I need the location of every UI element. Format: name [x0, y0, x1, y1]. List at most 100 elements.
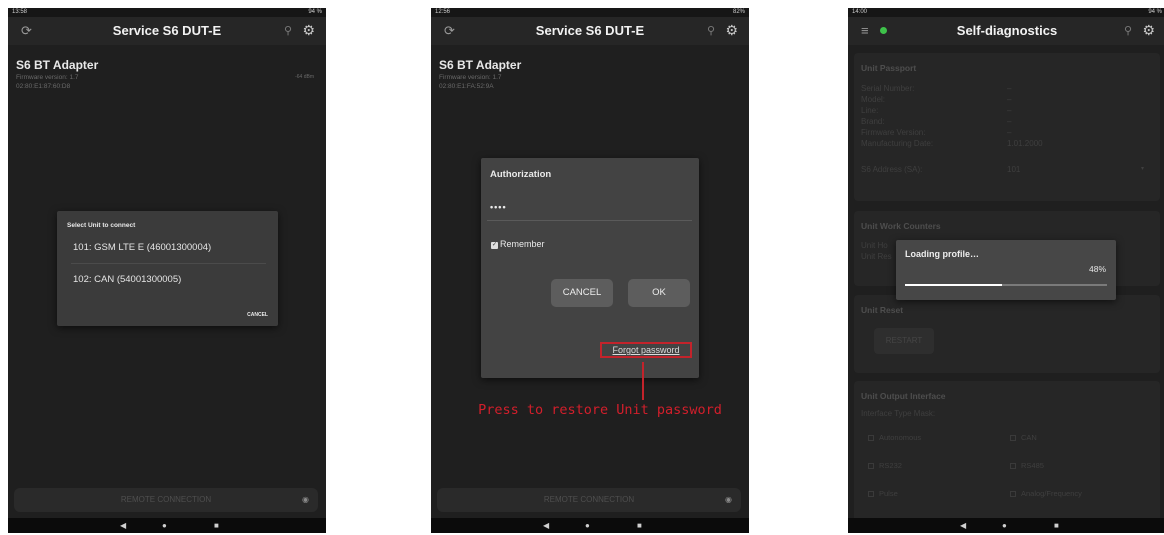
back-icon[interactable]: ◀: [960, 518, 966, 533]
checkbox-label: Analog/Frequency: [1021, 489, 1082, 498]
checkbox-icon: [1010, 435, 1016, 441]
loading-title: Loading profile…: [905, 249, 979, 259]
app-bar: ≡ Self-diagnostics ⚲ ⚙: [848, 17, 1164, 45]
row-value: –: [1007, 128, 1012, 137]
address-select[interactable]: S6 Address (SA): 101 ▾: [861, 165, 1152, 174]
user-icon[interactable]: ⚲: [284, 23, 292, 39]
gear-icon[interactable]: ⚙: [302, 21, 315, 39]
dialog-title: Authorization: [490, 169, 552, 180]
unit-option-101[interactable]: 101: GSM LTE E (46001300004): [57, 237, 278, 259]
status-battery: 82%: [732, 9, 745, 15]
status-bar: 13:58 94 %: [8, 8, 326, 17]
mask-label: Interface Type Mask:: [861, 409, 936, 418]
forgot-password-link[interactable]: Forgot password: [600, 342, 692, 358]
status-bar: 14:00 94 %: [848, 8, 1164, 17]
checkbox-can[interactable]: CAN: [1010, 433, 1037, 442]
device-name: S6 BT Adapter: [439, 58, 522, 72]
callout-annotation: Press to restore Unit password: [478, 402, 722, 418]
device-firmware: Firmware version: 1.7: [439, 74, 502, 81]
unit-output-interface-card: Unit Output Interface Interface Type Mas…: [854, 381, 1160, 533]
home-icon[interactable]: ●: [585, 518, 590, 533]
cancel-button[interactable]: CANCEL: [247, 312, 268, 318]
row-label: Brand:: [861, 117, 885, 126]
ok-button[interactable]: OK: [628, 279, 690, 307]
divider: [71, 263, 266, 264]
checkbox-autonomous[interactable]: Autonomous: [868, 433, 921, 442]
checkbox-label: Pulse: [879, 489, 898, 498]
progress-bar-fill: [905, 284, 1002, 286]
unit-reset-card: Unit Reset RESTART: [854, 295, 1160, 373]
dialog-title: Select Unit to connect: [67, 222, 136, 229]
checkbox-label: CAN: [1021, 433, 1037, 442]
remember-label: Remember: [500, 239, 545, 249]
recents-icon[interactable]: ■: [1054, 518, 1059, 533]
passport-row: Serial Number: –: [861, 84, 1152, 93]
remote-connection-button[interactable]: REMOTE CONNECTION ◉: [437, 488, 741, 512]
wifi-icon: ◉: [302, 495, 309, 504]
page-title: Service S6 DUT-E: [535, 23, 645, 38]
row-label: S6 Address (SA):: [861, 165, 923, 174]
device-firmware: Firmware version: 1.7: [16, 74, 79, 81]
row-label: Model:: [861, 95, 886, 104]
row-value: –: [1007, 84, 1012, 93]
checkbox-label: RS485: [1021, 461, 1044, 470]
device-name: S6 BT Adapter: [16, 58, 99, 72]
app-bar: ⟳ Service S6 DUT-E ⚲ ⚙: [8, 17, 326, 45]
status-time: 14:00: [852, 9, 868, 15]
user-icon[interactable]: ⚲: [707, 23, 715, 39]
row-value: 1.01.2000: [1007, 139, 1043, 148]
device-mac: 02:80:E1:FA:52:9A: [439, 83, 494, 90]
user-icon[interactable]: ⚲: [1124, 23, 1132, 39]
passport-row: Manufacturing Date: 1.01.2000: [861, 139, 1152, 148]
checkbox-label: RS232: [879, 461, 902, 470]
passport-row: Model: –: [861, 95, 1152, 104]
back-icon[interactable]: ◀: [120, 518, 126, 533]
card-title: Unit Passport: [861, 63, 917, 73]
passport-row: Brand: –: [861, 117, 1152, 126]
checkbox-icon: [1010, 463, 1016, 469]
home-icon[interactable]: ●: [1002, 518, 1007, 533]
remember-checkbox[interactable]: ✓ Remember: [491, 238, 545, 250]
row-label: Line:: [861, 106, 879, 115]
passport-row: Firmware Version: –: [861, 128, 1152, 137]
page-title: Self-diagnostics: [956, 23, 1058, 38]
checkbox-icon: [868, 491, 874, 497]
home-icon[interactable]: ●: [162, 518, 167, 533]
device-info[interactable]: S6 BT Adapter Firmware version: 1.7 02:8…: [439, 58, 521, 91]
recents-icon[interactable]: ■: [214, 518, 219, 533]
recents-icon[interactable]: ■: [637, 518, 642, 533]
phone-screen-select-unit: 13:58 94 % ⟳ Service S6 DUT-E ⚲ ⚙ S6 BT …: [8, 8, 326, 533]
phone-screen-authorization: 12:56 82% ⟳ Service S6 DUT-E ⚲ ⚙ S6 BT A…: [431, 8, 749, 533]
remote-connection-button[interactable]: REMOTE CONNECTION ◉: [14, 488, 318, 512]
cancel-button[interactable]: CANCEL: [551, 279, 613, 307]
app-bar: ⟳ Service S6 DUT-E ⚲ ⚙: [431, 17, 749, 45]
loading-percent: 48%: [1088, 264, 1106, 274]
android-nav-bar: ◀ ● ■: [431, 518, 749, 533]
input-underline: [487, 220, 692, 221]
status-bar: 12:56 82%: [431, 8, 749, 17]
row-value: –: [1007, 95, 1012, 104]
checkbox-icon: [1010, 491, 1016, 497]
passport-row: Line: –: [861, 106, 1152, 115]
gear-icon[interactable]: ⚙: [725, 21, 738, 39]
row-label: Serial Number:: [861, 84, 915, 93]
card-title: Unit Output Interface: [861, 391, 946, 401]
checkbox-rs485[interactable]: RS485: [1010, 461, 1044, 470]
dropdown-arrow-icon: ▾: [1140, 166, 1144, 172]
android-nav-bar: ◀ ● ■: [8, 518, 326, 533]
page-title: Service S6 DUT-E: [112, 23, 222, 38]
back-icon[interactable]: ◀: [543, 518, 549, 533]
android-nav-bar: ◀ ● ■: [848, 518, 1164, 533]
checkbox-rs232[interactable]: RS232: [868, 461, 902, 470]
password-input[interactable]: ••••: [490, 202, 507, 212]
gear-icon[interactable]: ⚙: [1142, 21, 1155, 39]
checkbox-pulse[interactable]: Pulse: [868, 489, 898, 498]
restart-button[interactable]: RESTART: [874, 328, 934, 354]
card-title: Unit Reset: [861, 305, 904, 315]
device-signal: -64 dBm: [295, 74, 314, 80]
unit-option-102[interactable]: 102: CAN (54001300005): [57, 269, 278, 291]
checkbox-analog-frequency[interactable]: Analog/Frequency: [1010, 489, 1082, 498]
device-info[interactable]: S6 BT Adapter Firmware version: 1.7 02:8…: [16, 58, 98, 91]
authorization-dialog: Authorization •••• ✓ Remember CANCEL OK F…: [481, 158, 699, 378]
progress-bar: [905, 284, 1107, 286]
